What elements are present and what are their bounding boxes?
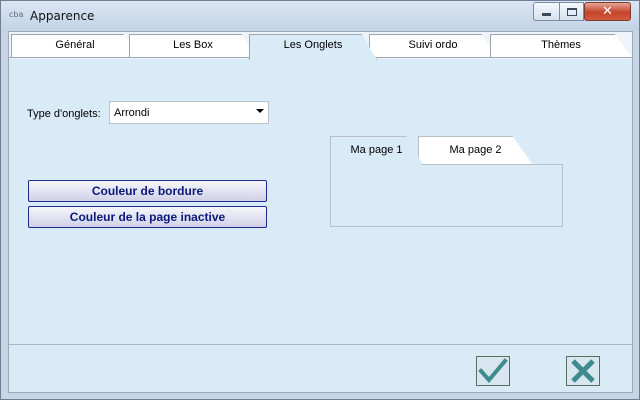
checkmark-icon (478, 358, 508, 384)
preview-tab-1: Ma page 1 (330, 136, 423, 165)
tab-les-onglets[interactable]: Les Onglets (249, 34, 377, 60)
tabs-preview: Ma page 1 Ma page 2 (330, 136, 564, 228)
tab-themes[interactable]: Thèmes (490, 34, 632, 58)
preview-page (330, 164, 563, 227)
window: cba Apparence ✕ Général Les Box Les Ongl… (0, 0, 640, 400)
cancel-button[interactable] (566, 356, 600, 386)
footer-divider (9, 344, 632, 345)
maximize-button[interactable] (559, 2, 584, 21)
border-color-button[interactable]: Couleur de bordure (28, 180, 267, 202)
x-icon (571, 359, 595, 383)
tab-type-select[interactable]: Arrondi (109, 101, 269, 124)
tab-type-label: Type d'onglets: (27, 108, 101, 120)
maximize-icon (566, 7, 577, 16)
chevron-down-icon (256, 109, 264, 113)
preview-tab-2: Ma page 2 (418, 136, 533, 165)
minimize-button[interactable] (533, 2, 559, 21)
minimize-icon (542, 13, 551, 16)
app-icon: cba (9, 10, 24, 19)
tab-type-value: Arrondi (114, 107, 150, 119)
close-icon: ✕ (602, 4, 613, 19)
close-button[interactable]: ✕ (584, 2, 631, 21)
window-title: Apparence (30, 9, 95, 23)
inactive-page-color-button[interactable]: Couleur de la page inactive (28, 206, 267, 228)
tab-strip: Général Les Box Les Onglets Suivi ordo T… (9, 32, 632, 60)
title-bar[interactable]: cba Apparence ✕ (1, 1, 639, 31)
tab-general[interactable]: Général (11, 34, 139, 58)
ok-button[interactable] (476, 356, 510, 386)
dialog-content: Général Les Box Les Onglets Suivi ordo T… (8, 31, 633, 393)
tab-suivi-ordo[interactable]: Suivi ordo (369, 34, 497, 58)
tab-les-box[interactable]: Les Box (129, 34, 257, 58)
